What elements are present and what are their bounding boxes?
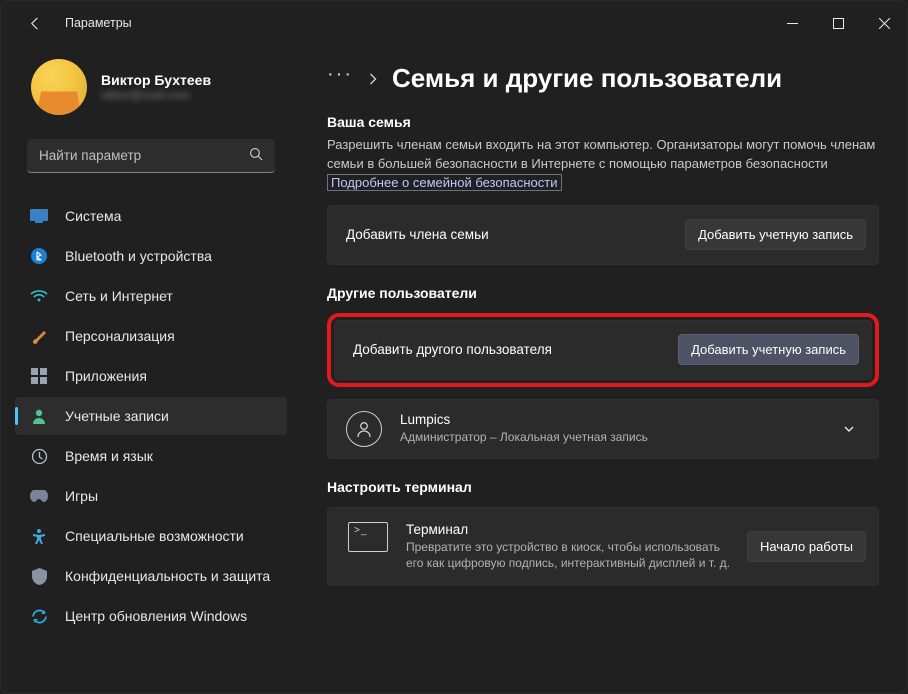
sidebar-item-label: Сеть и Интернет [65,288,173,304]
search-box[interactable] [27,139,275,173]
user-icon [346,411,382,447]
nav: Система Bluetooth и устройства Сеть и Ин… [9,197,293,635]
other-user-row[interactable]: Lumpics Администратор – Локальная учетна… [327,399,879,459]
add-other-user-label: Добавить другого пользователя [353,342,552,357]
sidebar-item-time-language[interactable]: Время и язык [15,437,287,475]
sidebar-item-windows-update[interactable]: Центр обновления Windows [15,597,287,635]
search-input[interactable] [39,148,249,163]
brush-icon [29,326,49,346]
sidebar-item-label: Время и язык [65,448,153,464]
kiosk-desc: Превратите это устройство в киоск, чтобы… [406,539,736,571]
section-kiosk: Настроить терминал Терминал Превратите э… [327,479,879,586]
window-title: Параметры [65,16,132,30]
bluetooth-icon [29,246,49,266]
sidebar-item-network[interactable]: Сеть и Интернет [15,277,287,315]
breadcrumb-overflow[interactable]: ··· [327,63,353,94]
other-user-sub: Администратор – Локальная учетная запись [400,429,648,445]
add-family-account-button[interactable]: Добавить учетную запись [685,219,866,250]
person-icon [29,406,49,426]
sidebar-item-label: Bluetooth и устройства [65,248,212,264]
monitor-icon [29,206,49,226]
sidebar-item-bluetooth[interactable]: Bluetooth и устройства [15,237,287,275]
apps-icon [29,366,49,386]
sidebar-item-label: Игры [65,488,98,504]
sidebar-item-gaming[interactable]: Игры [15,477,287,515]
highlight-annotation: Добавить другого пользователя Добавить у… [327,313,879,387]
sidebar-item-system[interactable]: Система [15,197,287,235]
section-family: Ваша семья Разрешить членам семьи входит… [327,114,879,265]
family-heading: Ваша семья [327,114,879,130]
family-description: Разрешить членам семьи входить на этот к… [327,136,879,193]
minimize-icon [787,18,798,29]
sidebar-item-accessibility[interactable]: Специальные возможности [15,517,287,555]
sidebar-item-label: Приложения [65,368,147,384]
kiosk-start-button[interactable]: Начало работы [747,531,866,562]
sidebar-item-accounts[interactable]: Учетные записи [15,397,287,435]
sidebar-item-label: Учетные записи [65,408,169,424]
sidebar-item-label: Персонализация [65,328,175,344]
kiosk-title: Терминал [406,522,736,537]
family-safety-link[interactable]: Подробнее о семейной безопасности [327,174,562,191]
update-icon [29,606,49,626]
add-family-card: Добавить члена семьи Добавить учетную за… [327,205,879,265]
other-users-heading: Другие пользователи [327,285,879,301]
sidebar-item-apps[interactable]: Приложения [15,357,287,395]
kiosk-icon [348,522,388,552]
chevron-right-icon [367,72,378,86]
minimize-button[interactable] [769,6,815,40]
main-content: ··· Семья и другие пользователи Ваша сем… [301,45,907,693]
back-button[interactable] [19,7,51,39]
wifi-icon [29,286,49,306]
add-other-user-card: Добавить другого пользователя Добавить у… [334,320,872,380]
sidebar-item-privacy[interactable]: Конфиденциальность и защита [15,557,287,595]
arrow-left-icon [28,16,43,31]
maximize-button[interactable] [815,6,861,40]
sidebar-item-personalization[interactable]: Персонализация [15,317,287,355]
profile-email: viktor@mail.com [101,88,211,102]
maximize-icon [833,18,844,29]
shield-icon [29,566,49,586]
avatar [31,59,87,115]
sidebar-item-label: Центр обновления Windows [65,608,247,624]
expand-button[interactable] [832,412,866,446]
page-title: Семья и другие пользователи [392,63,782,94]
accessibility-icon [29,526,49,546]
kiosk-card: Терминал Превратите это устройство в кио… [327,507,879,586]
sidebar-item-label: Система [65,208,121,224]
chevron-down-icon [842,422,856,436]
gamepad-icon [29,486,49,506]
close-button[interactable] [861,6,907,40]
other-user-name: Lumpics [400,412,648,427]
add-family-label: Добавить члена семьи [346,227,489,242]
clock-globe-icon [29,446,49,466]
sidebar-item-label: Конфиденциальность и защита [65,568,270,584]
kiosk-heading: Настроить терминал [327,479,879,495]
add-other-user-button[interactable]: Добавить учетную запись [678,334,859,365]
titlebar: Параметры [1,1,907,45]
profile-block[interactable]: Виктор Бухтеев viktor@mail.com [9,51,293,127]
family-desc-text: Разрешить членам семьи входить на этот к… [327,137,875,171]
profile-name: Виктор Бухтеев [101,72,211,88]
close-icon [879,18,890,29]
search-icon [249,147,263,164]
sidebar-item-label: Специальные возможности [65,528,244,544]
section-other-users: Другие пользователи Добавить другого пол… [327,285,879,459]
breadcrumb: ··· Семья и другие пользователи [327,63,879,94]
sidebar: Виктор Бухтеев viktor@mail.com Система [1,45,301,693]
